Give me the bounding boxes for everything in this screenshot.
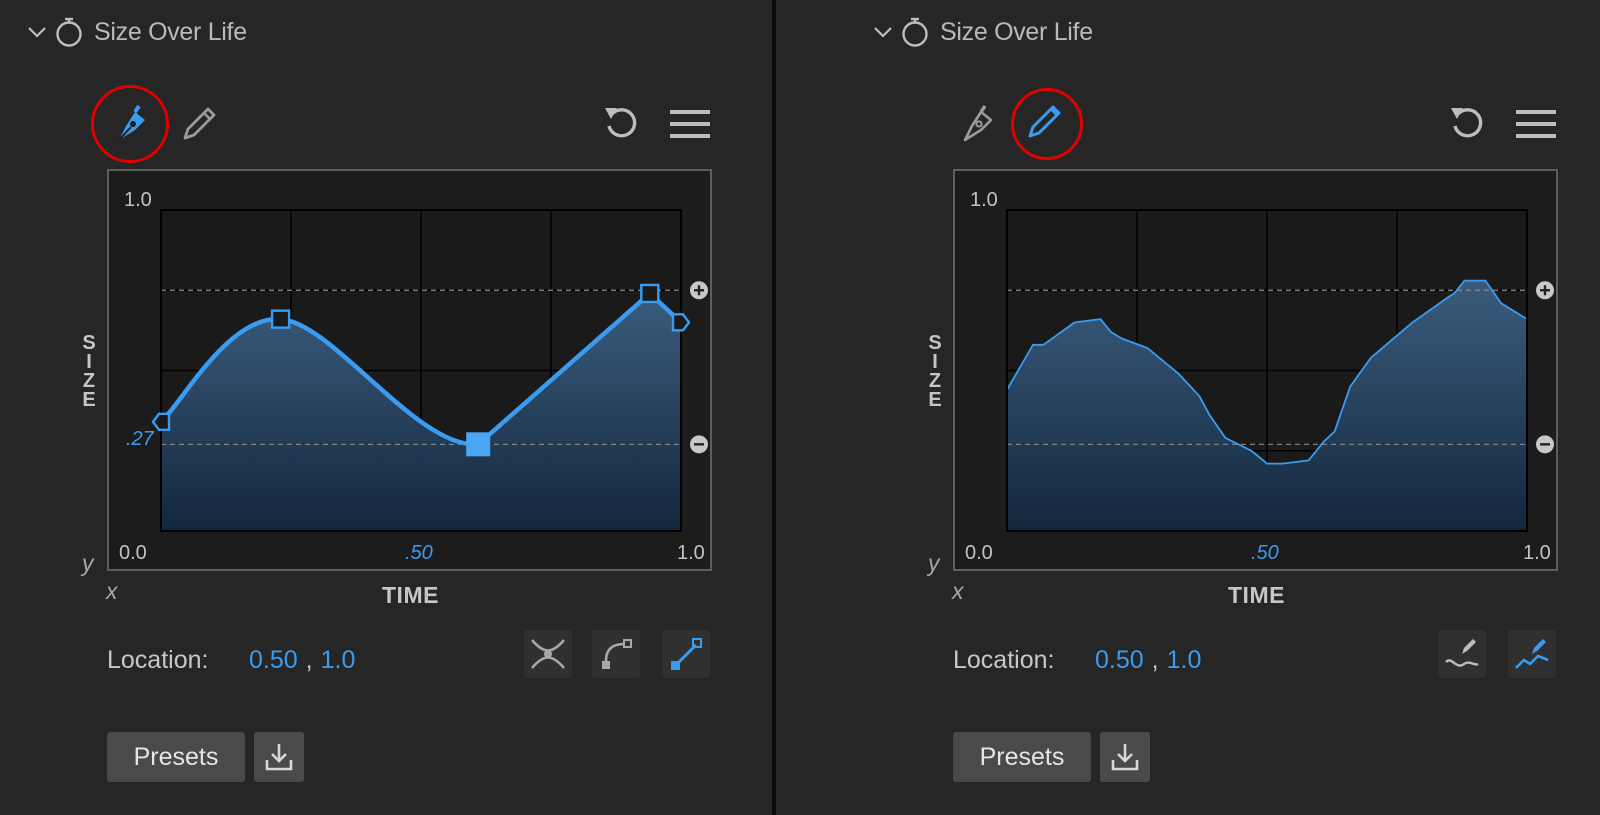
location-label: Location: bbox=[953, 646, 1055, 674]
bezier-mode-button[interactable] bbox=[524, 630, 572, 678]
download-button[interactable] bbox=[1100, 732, 1150, 782]
size-over-life-panel-pencil: Size Over Life 1.0 0.0 .50 1.0 y x TIME … bbox=[846, 0, 1600, 815]
x-axis-min-label: 0.0 bbox=[119, 542, 147, 564]
location-readout: Location: 0.50 , 1.0 bbox=[107, 646, 355, 675]
add-point-icon[interactable] bbox=[690, 281, 708, 300]
location-separator: , bbox=[305, 646, 313, 674]
curve-endpoint-handle[interactable] bbox=[151, 412, 171, 432]
y-axis-max-label: 1.0 bbox=[970, 189, 998, 211]
y-axis-title-letter: E bbox=[82, 389, 96, 411]
x-axis-max-label: 1.0 bbox=[1523, 542, 1551, 564]
download-icon bbox=[265, 744, 293, 771]
y-axis-title-letter: E bbox=[928, 389, 942, 411]
x-axis-mid-label: .50 bbox=[1251, 542, 1279, 564]
x-axis-title: TIME bbox=[382, 582, 439, 608]
curve-point-selected[interactable] bbox=[466, 432, 491, 457]
location-y-value[interactable]: 1.0 bbox=[321, 646, 356, 675]
add-point-icon[interactable] bbox=[1536, 281, 1554, 300]
location-y-value[interactable]: 1.0 bbox=[1167, 646, 1202, 675]
panel-divider bbox=[772, 0, 776, 815]
location-x-value[interactable]: 0.50 bbox=[249, 646, 298, 675]
size-over-life-panel-pen: Size Over Life 1.0 .27 0.0 .50 1.0 y x T… bbox=[0, 0, 770, 815]
y-axis-title: SIZE bbox=[925, 333, 945, 411]
remove-point-icon[interactable] bbox=[1536, 435, 1554, 454]
curve-endpoint-handle[interactable] bbox=[671, 313, 691, 332]
curve-control-point[interactable] bbox=[640, 283, 660, 304]
freehand-linear-button[interactable] bbox=[1508, 630, 1556, 678]
location-separator: , bbox=[1151, 646, 1159, 674]
x-axis-min-label: 0.0 bbox=[965, 542, 993, 564]
presets-button[interactable]: Presets bbox=[953, 732, 1091, 782]
corner-mode-button[interactable] bbox=[592, 630, 640, 678]
x-axis-mid-label: .50 bbox=[405, 542, 433, 564]
size-over-life-curve-chart[interactable] bbox=[846, 0, 1600, 815]
freehand-smooth-icon bbox=[1445, 639, 1479, 667]
y-axis-max-label: 1.0 bbox=[124, 189, 152, 211]
location-readout: Location: 0.50 , 1.0 bbox=[953, 646, 1201, 675]
location-label: Location: bbox=[107, 646, 209, 674]
remove-point-icon[interactable] bbox=[690, 435, 708, 454]
location-x-value[interactable]: 0.50 bbox=[1095, 646, 1144, 675]
download-icon bbox=[1111, 744, 1139, 771]
curve-control-point[interactable] bbox=[270, 309, 291, 329]
x-indicator: x bbox=[106, 578, 118, 604]
corner-point-icon bbox=[602, 639, 632, 669]
linear-mode-button[interactable] bbox=[662, 630, 710, 678]
y-axis-title: SIZE bbox=[79, 333, 99, 411]
freehand-smooth-button[interactable] bbox=[1438, 630, 1486, 678]
y-indicator: y bbox=[82, 550, 94, 576]
x-indicator: x bbox=[952, 578, 964, 604]
x-axis-title: TIME bbox=[1228, 582, 1285, 608]
y-value-label: .27 bbox=[126, 428, 154, 450]
y-indicator: y bbox=[928, 550, 940, 576]
bezier-curve-icon bbox=[531, 639, 565, 669]
size-over-life-curve-chart[interactable] bbox=[0, 0, 770, 815]
linear-point-icon bbox=[671, 638, 702, 670]
x-axis-max-label: 1.0 bbox=[677, 542, 705, 564]
download-button[interactable] bbox=[254, 732, 304, 782]
presets-button[interactable]: Presets bbox=[107, 732, 245, 782]
freehand-linear-icon bbox=[1515, 639, 1549, 669]
